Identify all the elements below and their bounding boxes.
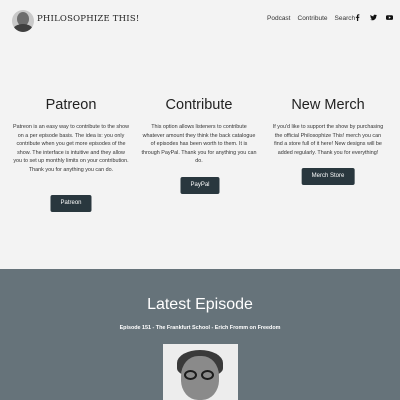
merch-store-button[interactable]: Merch Store xyxy=(301,168,355,185)
site-title[interactable]: PHILOSOPHIZE THIS! xyxy=(37,14,139,24)
card-text: Patreon is an easy way to contribute to … xyxy=(13,124,129,173)
youtube-icon[interactable] xyxy=(386,14,393,21)
episode-title-link[interactable]: Episode 151 - The Frankfurt School - Eri… xyxy=(0,325,400,331)
site-header: PHILOSOPHIZE THIS! Podcast Contribute Se… xyxy=(0,0,400,40)
card-title: Patreon xyxy=(45,97,97,113)
facebook-icon[interactable] xyxy=(354,14,361,21)
patreon-card: Patreon Patreon is an easy way to contri… xyxy=(11,98,131,175)
logo-body-shape xyxy=(13,24,33,32)
nav-podcast-link[interactable]: Podcast xyxy=(267,15,291,22)
card-text: This option allows listeners to contribu… xyxy=(141,124,257,165)
card-text: If you'd like to support the show by pur… xyxy=(272,124,384,156)
latest-episode-section: Latest Episode Episode 151 - The Frankfu… xyxy=(0,269,400,400)
patreon-button[interactable]: Patreon xyxy=(50,195,92,212)
nav-contribute-link[interactable]: Contribute xyxy=(298,15,328,22)
contribute-card: Contribute This option allows listeners … xyxy=(139,98,259,166)
social-links xyxy=(354,14,393,21)
episode-portrait-image[interactable] xyxy=(163,344,238,400)
logo-avatar[interactable] xyxy=(12,10,34,32)
latest-episode-heading: Latest Episode xyxy=(147,296,253,313)
card-title: Contribute xyxy=(165,97,233,113)
paypal-button[interactable]: PayPal xyxy=(180,177,220,194)
merch-card: New Merch If you'd like to support the s… xyxy=(268,98,388,157)
main-nav: Podcast Contribute Search xyxy=(267,15,355,22)
twitter-icon[interactable] xyxy=(370,14,377,21)
card-title: New Merch xyxy=(291,97,365,113)
nav-search-link[interactable]: Search xyxy=(335,15,356,22)
portrait-glasses-shape xyxy=(201,370,214,380)
portrait-glasses-shape xyxy=(184,370,197,380)
